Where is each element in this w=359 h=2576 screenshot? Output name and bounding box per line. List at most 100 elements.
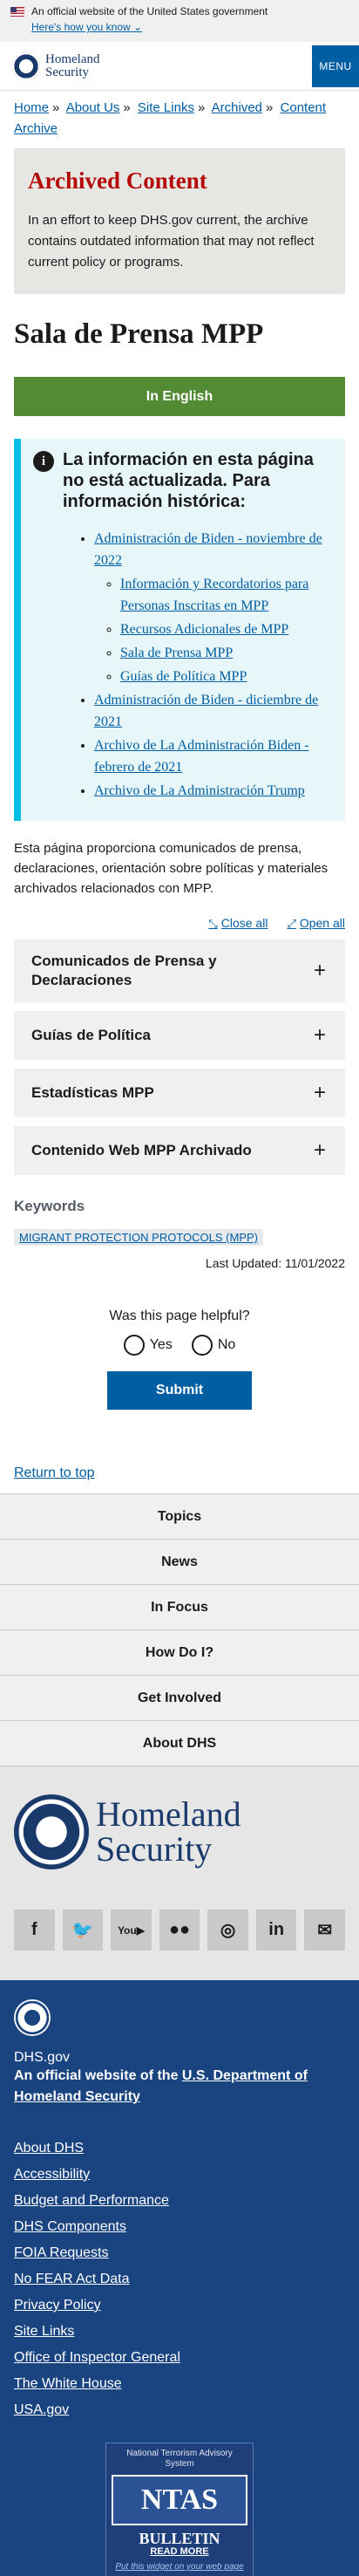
alert-heading: La información en esta página no está ac… [63,450,314,511]
accordion-statistics[interactable]: Estadísticas MPP + [14,1069,345,1117]
breadcrumb-home[interactable]: Home [14,100,49,115]
menu-button[interactable]: MENU [312,44,359,87]
archived-content-notice: Archived Content In an effort to keep DH… [14,148,345,294]
site-header: Homeland Security MENU [0,42,359,91]
footer-link-budget[interactable]: Budget and Performance [14,2188,345,2214]
list-item: Información y Recordatorios para Persona… [120,573,333,617]
close-all-link[interactable]: ⤡ Close all [208,916,268,931]
no-radio[interactable]: No [191,1335,235,1356]
dhs-seal-white-icon [14,1999,51,2036]
collapse-icon: ⤡ [208,917,218,930]
accordion: Comunicados de Prensa y Declaraciones + G… [14,940,345,1175]
info-reminders-link[interactable]: Información y Recordatorios para Persona… [120,577,308,613]
footer-link-about-dhs[interactable]: About DHS [14,2135,345,2162]
accordion-press-releases[interactable]: Comunicados de Prensa y Declaraciones + [14,940,345,1002]
yes-radio[interactable]: Yes [123,1335,173,1356]
list-item: Recursos Adicionales de MPP [120,618,333,640]
heres-how-you-know-link[interactable]: Here's how you know ⌄ [31,21,349,33]
footer-link-no-fear[interactable]: No FEAR Act Data [14,2266,345,2292]
expand-icon: ⤢ [287,917,296,930]
footer-link-white-house[interactable]: The White House [14,2371,345,2397]
footer-site-name: DHS.gov [14,2050,71,2065]
footer-nav-in-focus[interactable]: In Focus [0,1585,359,1630]
chevron-down-icon: ⌄ [133,21,143,33]
breadcrumb-about-us[interactable]: About Us [66,100,120,115]
return-to-top-link[interactable]: Return to top [14,1466,345,1481]
archived-body: In an effort to keep DHS.gov current, th… [28,213,315,270]
ntas-widget-link[interactable]: Put this widget on your web page [112,2562,247,2572]
breadcrumb-site-links[interactable]: Site Links [138,100,194,115]
flickr-icon[interactable]: ●● [159,1910,200,1951]
footer-link-components[interactable]: DHS Components [14,2214,345,2240]
list-item: Sala de Prensa MPP [120,642,333,664]
footer-logo[interactable]: Homeland Security [0,1766,359,1890]
footer-logo-line2: Security [96,1829,213,1869]
plus-icon: + [313,1023,326,1047]
footer-nav: Topics News In Focus How Do I? Get Invol… [0,1493,359,1766]
footer-nav-news[interactable]: News [0,1540,359,1585]
dhs-seal-icon [12,51,40,80]
accordion-label: Guías de Política [31,1027,151,1043]
footer-nav-get-involved[interactable]: Get Involved [0,1676,359,1721]
youtube-icon[interactable]: You▶ [111,1910,152,1951]
plus-icon: + [313,1081,326,1104]
accordion-label: Contenido Web MPP Archivado [31,1142,252,1158]
facebook-icon[interactable]: f [14,1910,55,1951]
submit-button[interactable]: Submit [107,1371,252,1410]
trump-archive-link[interactable]: Archivo de La Administración Trump [94,783,305,798]
footer-nav-topics[interactable]: Topics [0,1494,359,1540]
intro-text: Esta página proporciona comunicados de p… [14,841,329,896]
accordion-policy-guides[interactable]: Guías de Política + [14,1011,345,1060]
last-updated: Last Updated: 11/01/2022 [205,1256,345,1270]
page-feedback: Was this page helpful? Yes No Submit [0,1308,359,1410]
plus-icon: + [313,959,326,982]
footer-link-accessibility[interactable]: Accessibility [14,2162,345,2188]
footer-link-usa-gov[interactable]: USA.gov [14,2397,345,2423]
footer-nav-how-do-i[interactable]: How Do I? [0,1630,359,1676]
plus-icon: + [313,1138,326,1162]
accordion-label: Comunicados de Prensa y Declaraciones [31,953,217,988]
social-links: f 🐦 You▶ ●● ◎ in ✉ [0,1890,359,1980]
logo-line2: Security [45,65,89,79]
list-item: Administración de Biden - diciembre de 2… [94,689,333,733]
linkedin-icon[interactable]: in [255,1910,297,1951]
list-item: Archivo de La Administración Trump [94,780,333,802]
accordion-label: Estadísticas MPP [31,1084,154,1101]
accordion-archived-web-content[interactable]: Contenido Web MPP Archivado + [14,1126,345,1175]
open-all-link[interactable]: ⤢ Open all [287,916,345,931]
biden-dec-2021-link[interactable]: Administración de Biden - diciembre de 2… [94,693,318,729]
ntas-widget[interactable]: National Terrorism Advisory System NTAS … [105,2443,254,2576]
keyword-tag-mpp[interactable]: MIGRANT PROTECTION PROTOCOLS (MPP) [14,1229,263,1246]
footer-link-oig[interactable]: Office of Inspector General [14,2345,345,2371]
biden-feb-2021-link[interactable]: Archivo de La Administración Biden - feb… [94,738,309,775]
press-room-link[interactable]: Sala de Prensa MPP [120,646,233,660]
dhs-seal-20-years-icon [14,1794,89,1869]
biden-nov-2022-link[interactable]: Administración de Biden - noviembre de 2… [94,531,322,568]
ntas-badge-icon: NTAS [112,2475,247,2525]
keywords-title: Keywords [14,1198,85,1214]
footer-link-foia[interactable]: FOIA Requests [14,2240,345,2266]
ntas-read-more[interactable]: READ MORE [112,2546,247,2557]
dark-footer: DHS.gov An official website of the U.S. … [0,1980,359,2576]
policy-guides-link[interactable]: Guías de Política MPP [120,669,247,684]
email-icon[interactable]: ✉ [304,1910,346,1951]
additional-resources-link[interactable]: Recursos Adicionales de MPP [120,622,288,637]
list-item: Administración de Biden - noviembre de 2… [94,528,333,687]
instagram-icon[interactable]: ◎ [207,1910,248,1951]
breadcrumb: Home» About Us» Site Links» Archived» Co… [14,100,327,136]
in-english-button[interactable]: In English [14,377,345,416]
footer-nav-about-dhs[interactable]: About DHS [0,1721,359,1766]
footer-link-privacy[interactable]: Privacy Policy [14,2292,345,2319]
footer-logo-line1: Homeland [96,1794,241,1834]
breadcrumb-archived[interactable]: Archived [212,100,262,115]
footer-link-site-links[interactable]: Site Links [14,2319,345,2345]
list-item: Guías de Política MPP [120,666,333,687]
ntas-title: National Terrorism Advisory System [126,2449,233,2469]
info-alert: i La información en esta página no está … [14,439,345,821]
us-flag-icon [10,6,24,17]
info-icon: i [33,451,54,472]
feedback-question: Was this page helpful? [109,1308,250,1323]
official-website-text: An official website of the U.S. Departme… [14,2068,308,2104]
dhs-logo[interactable]: Homeland Security [12,51,99,80]
twitter-icon[interactable]: 🐦 [62,1910,104,1951]
